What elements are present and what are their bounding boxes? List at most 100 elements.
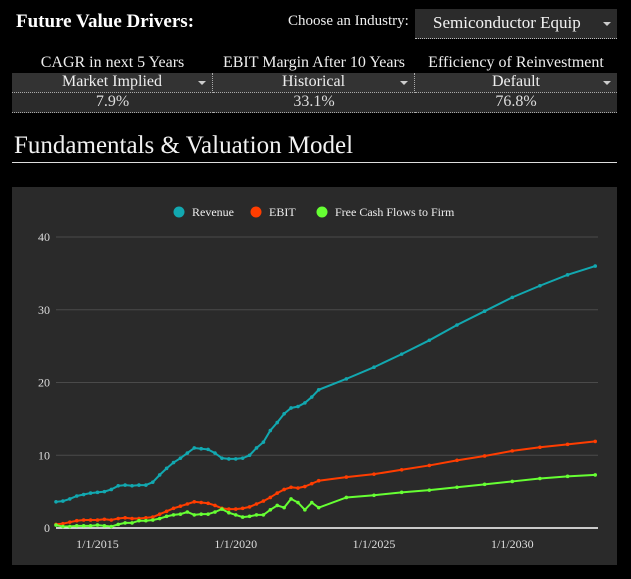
industry-value: Semiconductor Equip <box>433 13 581 32</box>
data-point <box>95 523 100 527</box>
data-point <box>240 515 245 519</box>
y-tick-label: 30 <box>38 303 50 317</box>
data-point <box>116 516 121 521</box>
data-point <box>164 514 169 519</box>
data-point <box>565 474 570 479</box>
data-point <box>316 505 321 510</box>
data-point <box>220 507 224 511</box>
data-point <box>482 454 487 458</box>
data-point <box>206 447 210 452</box>
data-point <box>144 518 148 523</box>
data-point <box>123 483 127 487</box>
chevron-down-icon <box>400 81 408 85</box>
data-point <box>261 513 266 517</box>
data-point <box>316 478 321 483</box>
data-point <box>303 401 307 405</box>
data-point <box>61 524 65 529</box>
data-point <box>178 456 183 460</box>
data-point <box>593 264 598 268</box>
chevron-down-icon <box>603 22 611 26</box>
data-point <box>164 466 169 471</box>
data-point <box>455 485 459 490</box>
data-point <box>192 513 197 517</box>
data-point <box>344 475 349 479</box>
data-point <box>171 460 176 465</box>
data-point <box>510 295 515 300</box>
data-point <box>240 506 245 511</box>
series-line-revenue <box>55 265 596 503</box>
data-point <box>54 500 58 504</box>
cagr-dropdown[interactable]: Market Implied <box>12 73 213 93</box>
data-point <box>399 490 404 495</box>
data-point <box>95 490 100 495</box>
y-tick-label: 20 <box>38 376 50 390</box>
data-point <box>178 504 183 508</box>
data-point <box>74 518 79 523</box>
data-point <box>372 365 376 370</box>
data-point <box>109 518 114 522</box>
data-point <box>109 487 114 492</box>
data-point <box>316 387 321 392</box>
driver-header-reinvestment: Efficiency of Reinvestment <box>428 54 604 71</box>
legend-label: Revenue <box>192 205 234 219</box>
data-point <box>289 497 293 501</box>
data-point <box>427 488 432 492</box>
data-point <box>199 512 203 516</box>
data-point <box>593 439 598 444</box>
data-point <box>102 489 107 494</box>
data-point <box>303 484 307 489</box>
data-point <box>282 505 286 510</box>
data-point <box>309 481 314 486</box>
data-point <box>81 524 86 528</box>
data-point <box>565 273 570 277</box>
data-point <box>510 449 515 453</box>
y-tick-label: 40 <box>38 230 50 244</box>
data-point <box>289 485 293 490</box>
section-title: Fundamentals & Valuation Model <box>14 132 354 159</box>
data-point <box>220 456 224 460</box>
data-point <box>275 420 280 425</box>
data-point <box>282 411 286 416</box>
data-point <box>303 508 307 512</box>
data-point <box>68 497 72 501</box>
data-point <box>102 524 107 528</box>
data-point <box>157 516 162 521</box>
data-point <box>81 518 86 522</box>
data-point <box>88 491 93 495</box>
data-point <box>213 451 217 455</box>
data-point <box>296 500 300 505</box>
data-point <box>309 500 314 505</box>
data-point <box>247 453 252 458</box>
cagr-value: 7.9% <box>12 93 213 113</box>
driver-header-ebit: EBIT Margin After 10 Years <box>222 54 406 71</box>
legend-label: EBIT <box>269 205 296 219</box>
data-point <box>150 480 155 484</box>
industry-dropdown[interactable]: Semiconductor Equip <box>415 9 617 39</box>
data-point <box>81 492 86 497</box>
data-point <box>171 506 176 511</box>
data-point <box>109 524 114 529</box>
data-point <box>130 516 134 521</box>
data-point <box>233 513 238 517</box>
data-point <box>372 472 376 476</box>
data-point <box>268 495 273 500</box>
data-point <box>164 509 169 514</box>
x-tick-label: 1/1/2015 <box>76 537 119 551</box>
legend-marker-icon <box>250 206 262 218</box>
driver-header-cagr: CAGR in next 5 Years <box>40 54 185 71</box>
data-point <box>254 446 259 450</box>
data-point <box>206 501 210 506</box>
data-point <box>268 508 273 512</box>
ebit-dropdown[interactable]: Historical <box>213 73 415 93</box>
data-point <box>68 520 72 524</box>
data-point <box>254 502 259 506</box>
y-tick-label: 10 <box>38 448 50 462</box>
data-point <box>233 457 238 461</box>
reinvestment-dropdown[interactable]: Default <box>415 73 617 93</box>
ebit-selection: Historical <box>281 73 346 90</box>
reinvestment-selection: Default <box>492 73 540 90</box>
data-point <box>593 473 598 477</box>
data-point <box>171 513 176 517</box>
data-point <box>538 283 542 288</box>
data-point <box>95 518 100 522</box>
